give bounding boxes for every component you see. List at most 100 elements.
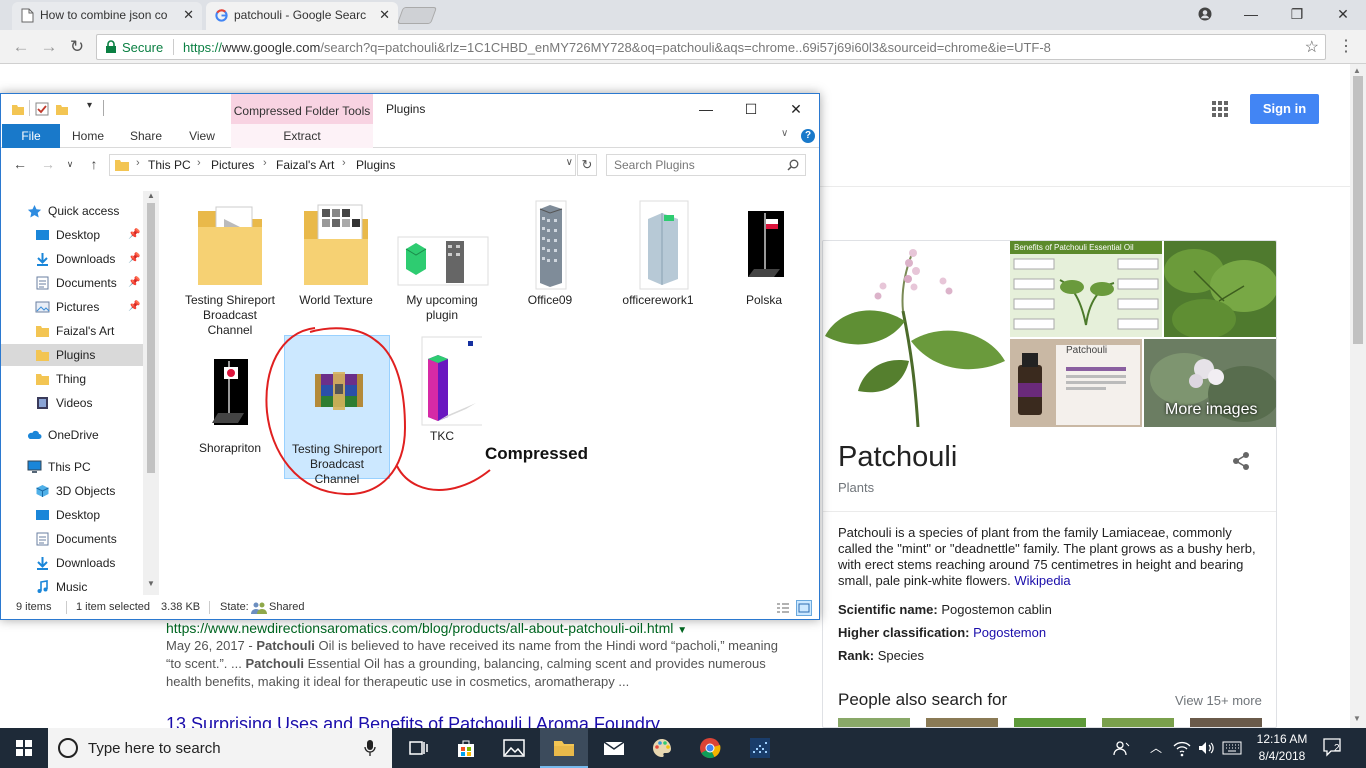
close-tab-icon[interactable]: ✕ bbox=[183, 2, 194, 28]
forward-arrow-icon[interactable]: → bbox=[38, 36, 60, 58]
taskbar-store[interactable] bbox=[442, 728, 490, 768]
refresh-button[interactable]: ↻ bbox=[577, 154, 597, 176]
url-text[interactable]: https://www.google.com/search?q=patchoul… bbox=[183, 40, 1051, 55]
task-view-button[interactable] bbox=[394, 728, 442, 768]
wikipedia-link[interactable]: Wikipedia bbox=[1014, 573, 1070, 588]
nav-scrollbar[interactable]: ▲ ▼ bbox=[143, 191, 159, 595]
nav-music[interactable]: Music bbox=[1, 576, 143, 598]
result-url-text[interactable]: https://www.newdirectionsaromatics.com/b… bbox=[166, 620, 673, 636]
fact-value-link[interactable]: Pogostemon bbox=[973, 625, 1046, 640]
file-item[interactable]: World Texture bbox=[283, 199, 389, 312]
pin-icon[interactable]: 📌 bbox=[128, 224, 140, 246]
maximize-icon[interactable]: ❐ bbox=[1274, 0, 1320, 28]
minimize-icon[interactable]: — bbox=[1228, 0, 1274, 28]
properties-check-icon[interactable] bbox=[35, 102, 49, 116]
nav-desktop[interactable]: Desktop 📌 bbox=[1, 224, 143, 246]
benefits-infographic-image[interactable]: Benefits of Patchouli Essential Oil bbox=[1010, 241, 1162, 337]
forward-arrow-icon[interactable]: → bbox=[39, 155, 57, 173]
large-icons-view-icon[interactable] bbox=[796, 600, 812, 616]
bookmark-star-icon[interactable]: ☆ bbox=[1305, 37, 1319, 57]
breadcrumb-faizals-art[interactable]: Faizal's Art bbox=[276, 158, 334, 172]
more-images-link[interactable]: More images bbox=[1165, 401, 1257, 419]
sign-in-button[interactable]: Sign in bbox=[1250, 94, 1319, 124]
address-bar[interactable]: Secure https://www.google.com/search?q=p… bbox=[96, 34, 1326, 60]
clock[interactable]: 12:16 AM 8/4/2018 bbox=[1250, 731, 1314, 765]
taskbar-mail[interactable] bbox=[590, 728, 638, 768]
breadcrumb-this-pc[interactable]: This PC bbox=[148, 158, 191, 172]
chevron-right-icon[interactable]: › bbox=[197, 157, 201, 169]
volume-icon[interactable] bbox=[1196, 728, 1216, 768]
nav-3d-objects[interactable]: 3D Objects bbox=[1, 480, 143, 502]
patchouli-oil-bottle-image[interactable]: Patchouli bbox=[1010, 339, 1142, 427]
nav-plugins[interactable]: Plugins bbox=[1, 344, 143, 366]
menu-dots-icon[interactable]: ⋮ bbox=[1336, 36, 1356, 56]
tab-view[interactable]: View bbox=[179, 124, 225, 148]
file-item[interactable]: officerework1 bbox=[605, 199, 711, 312]
tab-json-combine[interactable]: How to combine json co ✕ bbox=[12, 2, 202, 30]
taskbar-search-input[interactable] bbox=[88, 738, 348, 758]
microphone-icon[interactable] bbox=[364, 740, 376, 756]
pin-icon[interactable]: 📌 bbox=[128, 248, 140, 270]
nav-downloads[interactable]: Downloads 📌 bbox=[1, 248, 143, 270]
breadcrumb-pictures[interactable]: Pictures bbox=[211, 158, 254, 172]
recent-locations-icon[interactable]: ∨ bbox=[61, 155, 79, 173]
nav-this-pc[interactable]: This PC bbox=[1, 456, 143, 478]
chevron-right-icon[interactable]: › bbox=[342, 157, 346, 169]
nav-pictures[interactable]: Pictures 📌 bbox=[1, 296, 143, 318]
apps-grid-icon[interactable] bbox=[1212, 101, 1228, 117]
nav-documents[interactable]: Documents 📌 bbox=[1, 272, 143, 294]
start-button[interactable] bbox=[0, 728, 48, 768]
nav-videos[interactable]: Videos bbox=[1, 392, 143, 414]
scroll-down-arrow-icon[interactable]: ▼ bbox=[1353, 714, 1361, 723]
caret-down-icon[interactable]: ▼ bbox=[677, 625, 687, 636]
nav-faizals-art[interactable]: Faizal's Art bbox=[1, 320, 143, 342]
nav-onedrive[interactable]: OneDrive bbox=[1, 424, 143, 446]
wifi-icon[interactable] bbox=[1172, 728, 1192, 768]
search-input[interactable] bbox=[607, 155, 782, 175]
related-thumbnail[interactable] bbox=[1190, 718, 1262, 727]
back-arrow-icon[interactable]: ← bbox=[10, 36, 32, 58]
chevron-right-icon[interactable]: › bbox=[263, 157, 267, 169]
patchouli-leaves-image[interactable] bbox=[1164, 241, 1276, 337]
tab-patchouli-search[interactable]: patchouli - Google Searc ✕ bbox=[206, 2, 398, 30]
taskbar-file-explorer[interactable] bbox=[540, 728, 588, 768]
back-arrow-icon[interactable]: ← bbox=[11, 155, 29, 173]
taskbar-photos[interactable] bbox=[490, 728, 538, 768]
file-item[interactable]: Office09 bbox=[497, 199, 603, 312]
close-icon[interactable]: ✕ bbox=[773, 98, 819, 120]
nav-quick-access[interactable]: Quick access bbox=[1, 200, 143, 222]
chevron-down-icon[interactable]: ∨ bbox=[566, 157, 573, 168]
search-icon[interactable] bbox=[787, 159, 799, 171]
tab-share[interactable]: Share bbox=[123, 124, 169, 148]
pin-icon[interactable]: 📌 bbox=[128, 296, 140, 318]
file-item[interactable]: My upcoming plugin bbox=[389, 199, 495, 327]
taskbar-paint[interactable] bbox=[638, 728, 686, 768]
scrollbar-thumb[interactable] bbox=[1353, 76, 1363, 344]
view-more-link[interactable]: View 15+ more bbox=[1175, 693, 1262, 708]
details-view-icon[interactable] bbox=[775, 600, 791, 616]
taskbar-app-dots[interactable] bbox=[736, 728, 784, 768]
cortana-icon[interactable] bbox=[58, 738, 78, 758]
scroll-up-arrow-icon[interactable]: ▲ bbox=[147, 191, 155, 200]
close-tab-icon[interactable]: ✕ bbox=[379, 2, 390, 28]
related-thumbnail[interactable] bbox=[1102, 718, 1174, 727]
patchouli-plant-image[interactable] bbox=[823, 241, 1008, 427]
scroll-up-arrow-icon[interactable]: ▲ bbox=[1353, 66, 1361, 75]
nav-documents-pc[interactable]: Documents bbox=[1, 528, 143, 550]
tab-extract[interactable]: Extract bbox=[231, 124, 373, 148]
tab-file[interactable]: File bbox=[2, 124, 60, 148]
keyboard-icon[interactable] bbox=[1220, 728, 1244, 768]
new-folder-icon[interactable] bbox=[55, 102, 69, 116]
file-item[interactable]: Polska bbox=[711, 199, 817, 312]
nav-thing[interactable]: Thing bbox=[1, 368, 143, 390]
tab-home[interactable]: Home bbox=[65, 124, 111, 148]
new-tab-button[interactable] bbox=[396, 7, 438, 24]
explorer-address-bar[interactable]: › This PC › Pictures › Faizal's Art › Pl… bbox=[109, 154, 576, 176]
related-thumbnail[interactable] bbox=[926, 718, 998, 727]
up-arrow-icon[interactable]: ↑ bbox=[85, 155, 103, 173]
help-icon[interactable]: ? bbox=[801, 129, 815, 143]
chevron-up-icon[interactable]: ︿ bbox=[1146, 728, 1166, 768]
pin-icon[interactable]: 📌 bbox=[128, 272, 140, 294]
scrollbar-thumb[interactable] bbox=[147, 203, 155, 473]
share-icon[interactable] bbox=[1231, 451, 1251, 471]
